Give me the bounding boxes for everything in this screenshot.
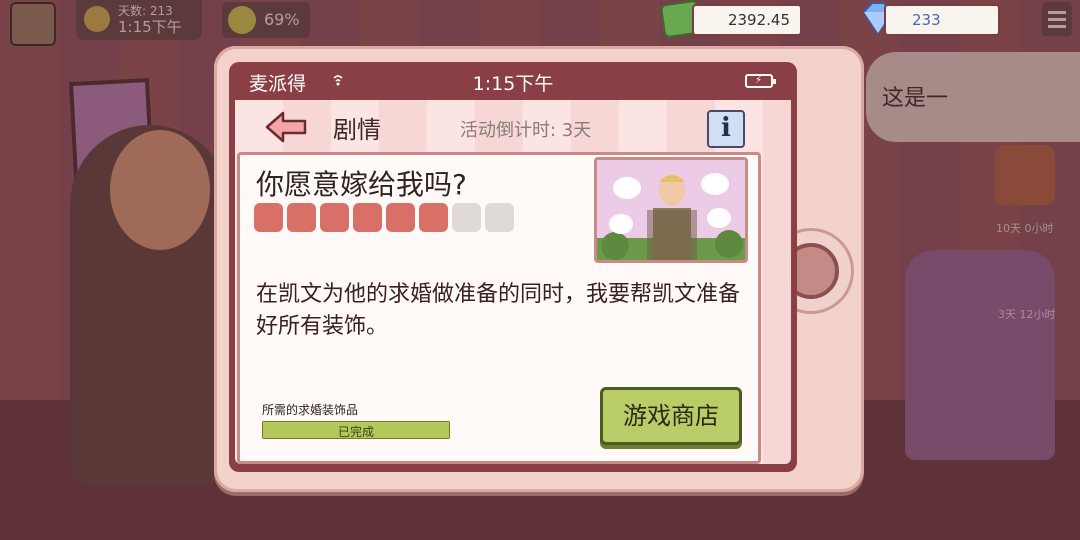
progress-step-done (287, 203, 316, 232)
game-shop-button[interactable]: 游戏商店 (600, 387, 742, 445)
menu-icon-line (1048, 18, 1066, 21)
menu-button[interactable] (1042, 2, 1072, 36)
page-title: 剧情 (333, 116, 381, 144)
mood-percent: 69% (264, 10, 300, 29)
kevin-portrait (594, 157, 748, 263)
cash-display[interactable]: 2392.45 (692, 4, 802, 36)
background-timer-b: 3天 12小时 (998, 308, 1056, 321)
progress-step-done (254, 203, 283, 232)
event-countdown: 活动倒计时: 3天 (460, 120, 592, 141)
menu-icon-line (1048, 25, 1066, 28)
status-clock: 1:15下午 (472, 73, 554, 95)
mood-panel: 69% (222, 2, 310, 38)
cash-amount: 2392.45 (727, 11, 790, 29)
info-button[interactable]: i (707, 110, 745, 148)
speech-text: 这是一 (882, 86, 949, 111)
story-description: 在凯文为他的求婚做准备的同时，我要帮凯文准备好所有装饰。 (256, 282, 741, 339)
story-card: 你愿意嫁给我吗? 在凯文为他的求婚做准备的同时，我要帮凯文准备好所有装饰。 所需… (237, 152, 761, 464)
battery-icon: ⚡ (745, 74, 776, 88)
requirement-status: 已完成 (337, 425, 374, 439)
status-bar: 麦派得 1:15下午 ⚡ (229, 62, 797, 100)
story-headline: 你愿意嫁给我吗? (256, 168, 467, 201)
day-time-panel: 天数: 213 1:15下午 (76, 0, 202, 40)
menu-icon (1048, 11, 1066, 14)
gem-amount: 233 (912, 11, 941, 29)
background-timer-a: 10天 0小时 (996, 222, 1054, 235)
progress-step-pending (452, 203, 481, 232)
story-progress-steps (254, 203, 514, 232)
gem-display[interactable]: 233 (884, 4, 1000, 36)
progress-step-pending (485, 203, 514, 232)
progress-step-done (320, 203, 349, 232)
customer-speech-bubble: 这是一 (866, 52, 1080, 142)
smiley-icon (228, 6, 256, 34)
player-avatar[interactable] (10, 2, 56, 46)
progress-step-done (419, 203, 448, 232)
progress-step-done (353, 203, 382, 232)
background-chef-head (110, 130, 210, 250)
game-time: 1:15下午 (118, 18, 182, 36)
phone-screen: 麦派得 1:15下午 ⚡ 剧情 活动倒计时: 3天 i 你愿意嫁给我吗? 在凯文… (229, 62, 797, 472)
story-page: 剧情 活动倒计时: 3天 i 你愿意嫁给我吗? 在凯文为他的求婚做准备的同时，我… (235, 100, 791, 464)
requirement-label: 所需的求婚装饰品 (262, 403, 359, 417)
back-arrow-icon[interactable] (265, 110, 307, 144)
requirement-progress-bar: 已完成 (262, 421, 450, 439)
background-pizza-order (995, 145, 1055, 205)
clock-icon (84, 6, 110, 32)
background-cake (905, 250, 1055, 460)
progress-step-done (386, 203, 415, 232)
story-nav-bar: 剧情 活动倒计时: 3天 i (235, 100, 791, 152)
